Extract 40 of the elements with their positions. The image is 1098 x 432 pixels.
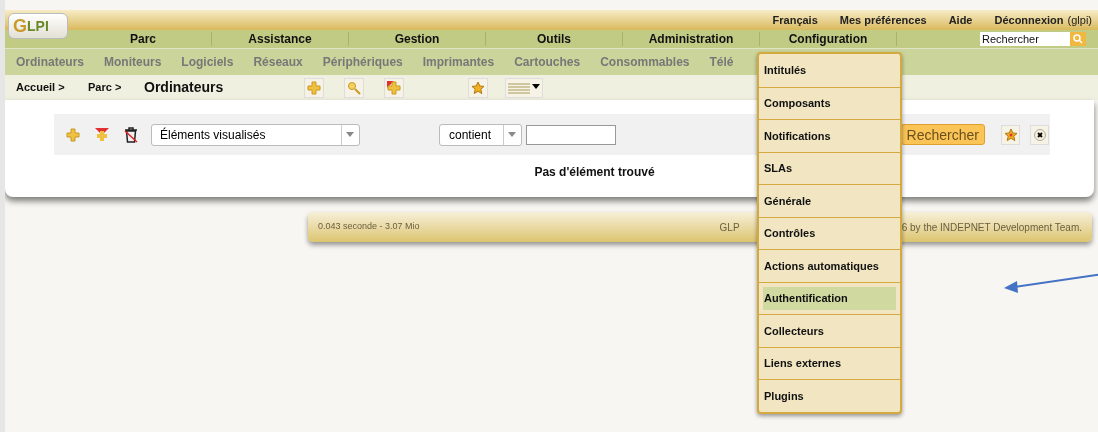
search-icon[interactable]	[1070, 32, 1086, 46]
copyright-text: 6 by the INDEPNET Development Team.	[901, 220, 1082, 235]
main-menu-item[interactable]: Outils	[533, 30, 575, 48]
dropdown-item[interactable]: Composants	[763, 92, 896, 115]
dropdown-item[interactable]: Liens externes	[763, 352, 896, 375]
header-link[interactable]: Mes préférences	[839, 11, 927, 28]
close-icon[interactable]	[1030, 124, 1050, 145]
main-menu-item[interactable]: Administration	[644, 30, 738, 48]
value-field[interactable]	[525, 124, 616, 145]
add-icon[interactable]	[304, 77, 324, 98]
column-list-icon[interactable]	[505, 77, 543, 98]
dropdown-item[interactable]: Actions automatiques	[763, 254, 896, 277]
dropdown-item[interactable]: Authentification	[763, 287, 896, 310]
breadcrumb-link[interactable]: Accueil >	[16, 79, 88, 96]
dropdown-item[interactable]: Collecteurs	[763, 319, 896, 342]
header-link[interactable]: Aide	[948, 11, 973, 28]
header-link[interactable]: Français	[772, 11, 818, 28]
dropdown-item[interactable]: Contrôles	[763, 222, 896, 245]
dropdown-item[interactable]: Notifications	[763, 124, 896, 147]
search-field[interactable]: Rechercher	[980, 32, 1070, 46]
add-template-icon[interactable]	[384, 77, 404, 98]
search-button[interactable]: Rechercher	[900, 124, 985, 145]
page-title: Ordinateurs	[144, 78, 225, 97]
timing-text: 0.043 seconde - 3.07 Mio	[318, 220, 420, 234]
dropdown-item[interactable]: Plugins	[763, 384, 896, 407]
user-name: (glpi)	[1067, 12, 1092, 28]
header-link[interactable]: Déconnexion (glpi)	[994, 11, 1092, 28]
operator-select[interactable]: contient	[438, 123, 522, 146]
dropdown-item[interactable]: Générale	[763, 189, 896, 212]
main-menu-item[interactable]: Assistance	[244, 30, 316, 48]
field-select[interactable]: Éléments visualisés	[151, 123, 360, 146]
dropdown-item[interactable]: Intitulés	[763, 59, 896, 82]
empty-result-message: Pas d'élément trouvé	[534, 164, 655, 181]
main-menu-item[interactable]: Gestion	[390, 30, 444, 48]
breadcrumb-link[interactable]: Parc >	[88, 79, 144, 96]
search-icon[interactable]	[344, 77, 364, 98]
copyright-text: GLP	[719, 220, 740, 235]
dropdown-item[interactable]: SLAs	[763, 157, 896, 180]
main-menu-item[interactable]: Configuration	[784, 30, 872, 48]
main-menu-item[interactable]: Parc	[126, 30, 160, 48]
